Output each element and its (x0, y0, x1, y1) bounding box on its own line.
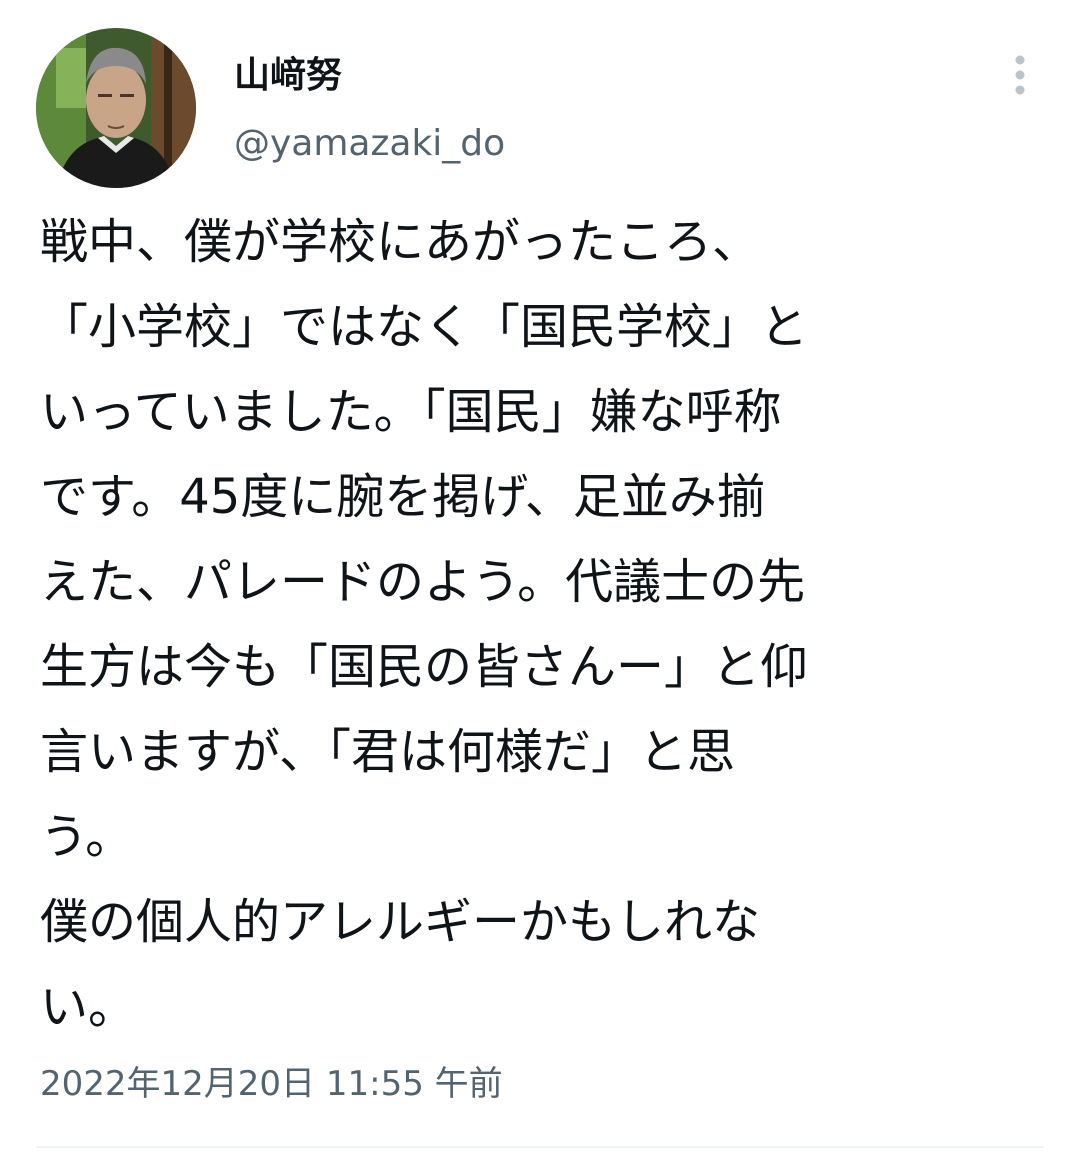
more-options-button[interactable] (1000, 50, 1040, 100)
tweet-line: えた、パレードのよう。代議士の先 (40, 554, 806, 610)
author-handle[interactable]: @yamazaki_do (234, 120, 505, 168)
avatar[interactable] (36, 28, 196, 188)
tweet-line: 言いますが、「君は何様だ」と思 (40, 724, 736, 780)
vertical-ellipsis-icon (1015, 55, 1025, 95)
tweet-timestamp[interactable]: 2022年12月20日 11:55 午前 (40, 1060, 503, 1108)
tweet-line: です。45度に腕を掲げ、足並み揃 (40, 469, 765, 525)
tweet-line: 戦中、僕が学校にあがったころ、 (40, 214, 761, 270)
profile-photo (36, 28, 196, 188)
tweet-line: う。 (40, 809, 134, 865)
tweet-line: いっていました。「国民」嫌な呼称 (40, 384, 782, 440)
tweet-line: 僕の個人的アレルギーかもしれな (40, 894, 761, 950)
tweet-line: 「小学校」ではなく「国民学校」と (40, 299, 809, 355)
tweet-line: い。 (40, 979, 137, 1035)
author-display-name[interactable]: 山﨑努 (234, 52, 342, 100)
tweet-line: 生方は今も「国民の皆さんー」と仰 (40, 639, 809, 695)
tweet-text: 戦中、僕が学校にあがったころ、 「小学校」ではなく「国民学校」と いっていました… (40, 200, 1060, 1050)
divider (36, 1146, 1044, 1148)
